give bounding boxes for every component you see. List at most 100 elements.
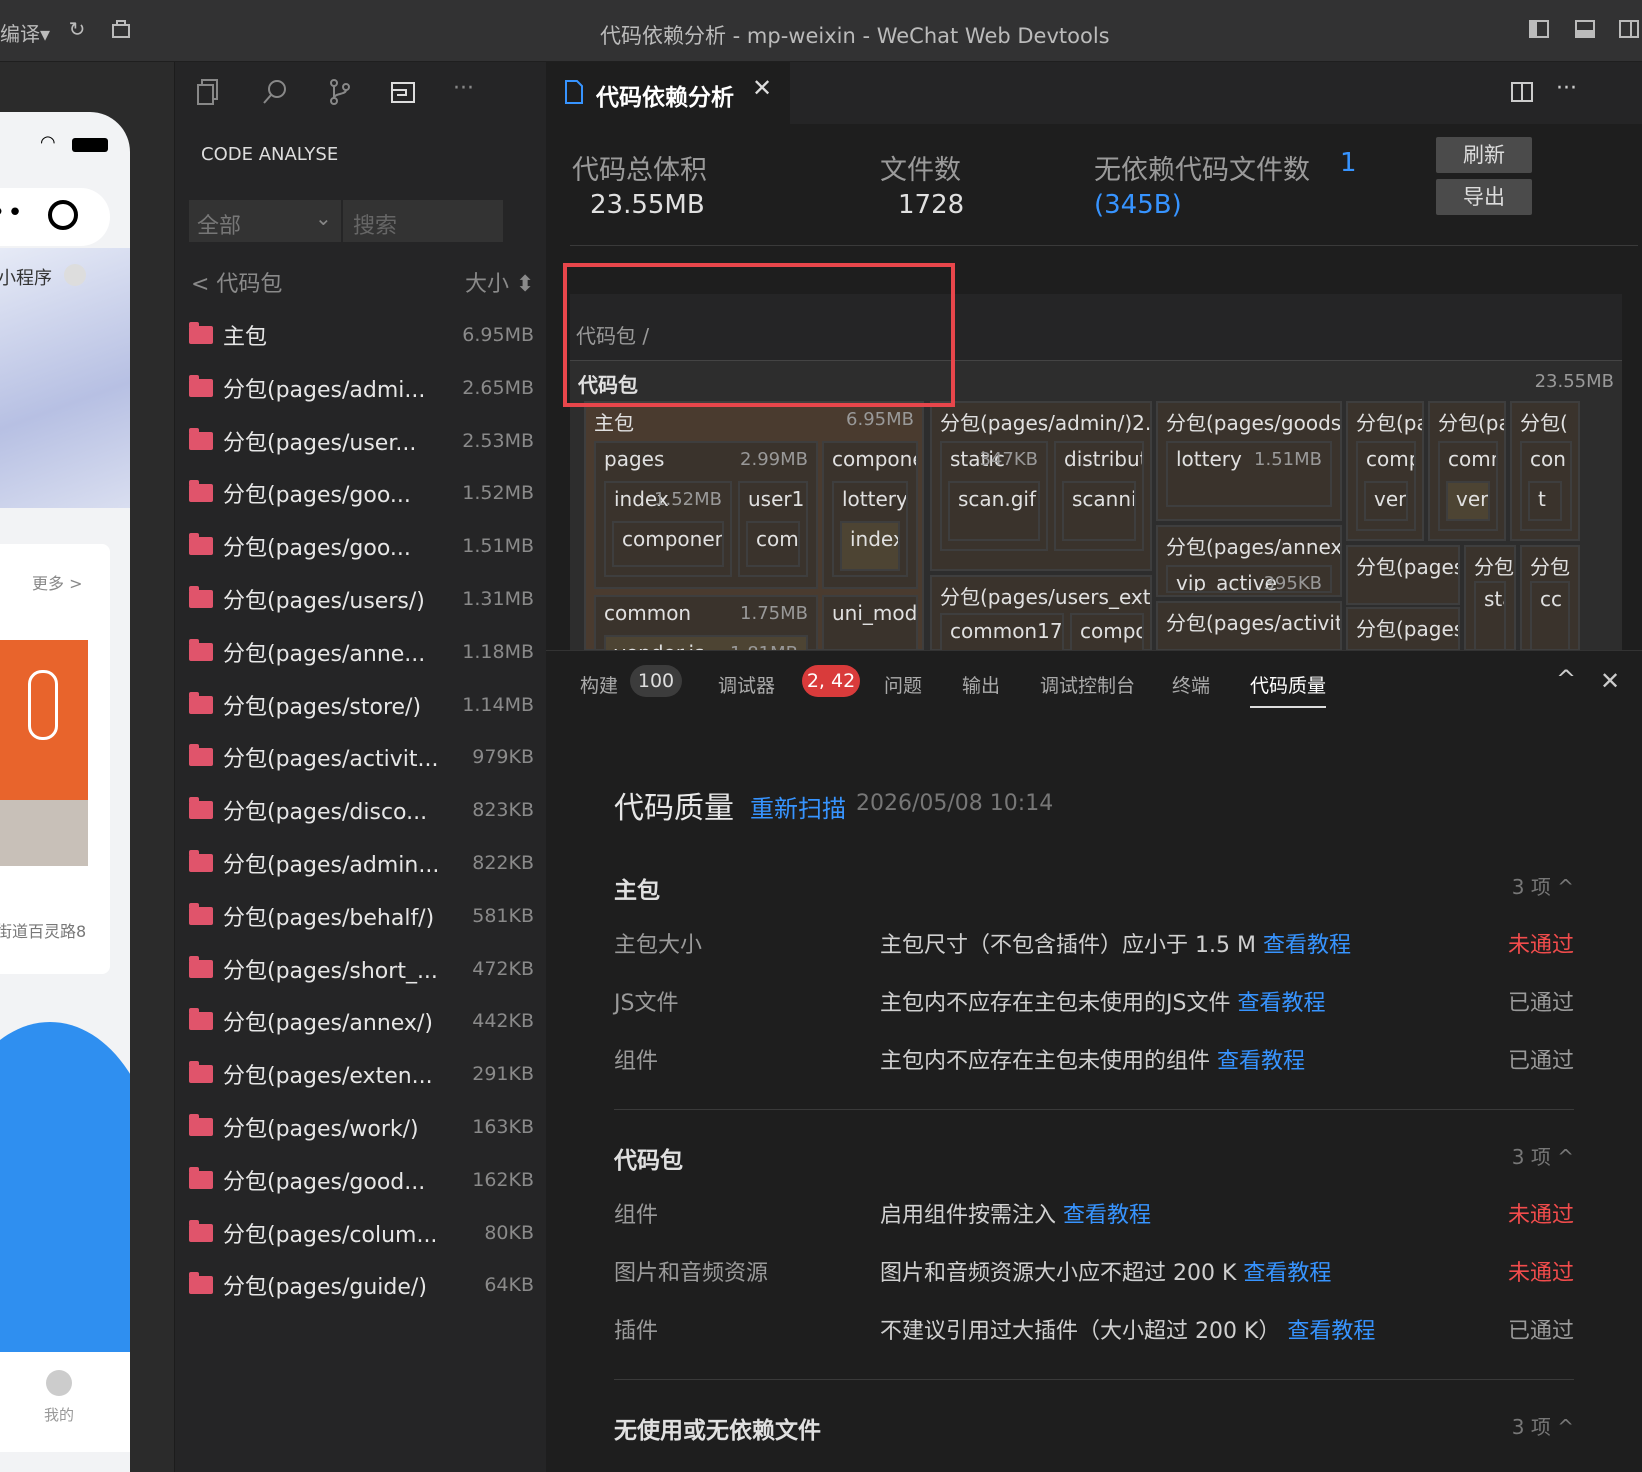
package-item[interactable]: 主包 6.95MB [189, 310, 534, 360]
section-count[interactable]: 3 项 ^ [1512, 1411, 1574, 1440]
package-item[interactable]: 分包(pages/disco... 823KB [189, 785, 534, 835]
tutorial-link[interactable]: 查看教程 [1063, 1203, 1151, 1228]
package-name: 分包(pages/colum... [223, 1222, 438, 1248]
package-item[interactable]: 分包(pages/good... 162KB [189, 1155, 534, 1205]
section-count[interactable]: 3 项 ^ [1512, 871, 1574, 900]
search-input[interactable]: 搜索 [343, 200, 503, 242]
code-analyse-icon[interactable] [389, 78, 417, 110]
package-item[interactable]: 分包(pages/colum... 80KB [189, 1208, 534, 1258]
toggle-sidebar-icon[interactable] [1618, 18, 1640, 40]
treemap-node-activity[interactable]: 分包(pages/activity/ [1156, 601, 1342, 650]
treemap-node-common173[interactable]: common173 [940, 613, 1064, 650]
panel-tab[interactable]: 构建 [580, 671, 618, 698]
panel-tab[interactable]: 代码质量 [1250, 671, 1327, 708]
tab-mine[interactable]: 我的 [44, 1404, 74, 1425]
maximize-panel-icon[interactable]: ^ [1556, 665, 1576, 693]
more-dots-icon[interactable]: •• [0, 198, 25, 228]
treemap-node-ver2[interactable]: ver [1446, 481, 1490, 521]
refresh-icon[interactable]: ↻ [66, 18, 88, 40]
treemap-node-label: 主包 [594, 411, 634, 435]
treemap-node-cc[interactable]: cc [1530, 581, 1570, 650]
phone-screen[interactable]: ◠ •• 小程序 更多 > 街道百灵路8 我的 [0, 112, 130, 1472]
treemap-node-vip[interactable]: vip_active 395KB [1166, 565, 1332, 593]
package-item[interactable]: 分包(pages/store/) 1.14MB [189, 680, 534, 730]
package-item[interactable]: 分包(pages/short_... 472KB [189, 944, 534, 994]
no-dependency-count[interactable]: 1 [1340, 148, 1357, 178]
treemap-node-compo[interactable]: compo [1070, 613, 1144, 650]
treemap-node-scangif[interactable]: scan.gif1 [948, 481, 1040, 541]
package-item[interactable]: 分包(pages/goo... 1.52MB [189, 468, 534, 518]
refresh-button[interactable]: 刷新 [1436, 137, 1532, 173]
panel-tab[interactable]: 调试器 [718, 671, 775, 698]
treemap-node-lottery2[interactable]: lottery 1.51MB [1166, 441, 1332, 507]
tutorial-link[interactable]: 查看教程 [1243, 1261, 1331, 1286]
tutorial-link[interactable]: 查看教程 [1237, 991, 1325, 1016]
package-item[interactable]: 分包(pages/goo... 1.51MB [189, 521, 534, 571]
compile-dropdown[interactable]: 编译▾ [0, 18, 50, 47]
panel-tab[interactable]: 问题 [884, 671, 922, 698]
export-button[interactable]: 导出 [1436, 179, 1532, 215]
tab-code-dependency[interactable]: 代码依赖分析 ✕ [546, 62, 790, 124]
close-badge-icon[interactable] [64, 264, 86, 286]
panel-tab[interactable]: 终端 [1172, 671, 1210, 698]
treemap-node-index2[interactable]: index [840, 521, 900, 571]
treemap-node-label: scan.gif1 [958, 487, 1040, 511]
section-count[interactable]: 3 项 ^ [1512, 1141, 1574, 1170]
filter-select[interactable]: 全部 ⌄ [189, 200, 341, 242]
more-link[interactable]: 更多 > [32, 570, 83, 594]
package-item[interactable]: 分包(pages/users/) 1.31MB [189, 574, 534, 624]
quality-section-header[interactable]: 主包 3 项 ^ [614, 871, 1574, 911]
treemap-node-component[interactable]: componen [612, 521, 724, 567]
close-circle-icon[interactable] [48, 200, 78, 230]
treemap-node-uni[interactable]: uni_modu [822, 595, 918, 650]
user-icon[interactable] [46, 1370, 72, 1396]
debugger-badge: 2, 42 [802, 665, 860, 697]
package-size: 1.18MB [462, 640, 534, 663]
treemap-node-t[interactable]: t [1528, 481, 1562, 521]
files-icon[interactable] [195, 78, 221, 110]
editor-more-icon[interactable]: ··· [1556, 76, 1577, 101]
treemap-node-scanning[interactable]: scanni [1062, 481, 1136, 541]
treemap-node-sta[interactable]: sta [1474, 581, 1506, 650]
close-tab-icon[interactable]: ✕ [752, 74, 772, 102]
package-item[interactable]: 分包(pages/activit... 979KB [189, 732, 534, 782]
no-dependency-size[interactable]: (345B) [1094, 190, 1182, 220]
treemap-node-pages2[interactable]: 分包(pages/ [1346, 545, 1460, 605]
package-item[interactable]: 分包(pages/user... 2.53MB [189, 416, 534, 466]
treemap-node-vendor[interactable]: vendor.js 1.81MB [604, 635, 808, 650]
split-editor-icon[interactable] [1510, 80, 1534, 108]
sort-by-size[interactable]: 大小 ⬍ [465, 266, 534, 298]
package-item[interactable]: 分包(pages/admi... 2.65MB [189, 363, 534, 413]
more-icon[interactable]: ··· [453, 76, 474, 101]
title-bar: 编译▾ ↻ 代码依赖分析 - mp-weixin - WeChat Web De… [0, 0, 1642, 62]
package-item[interactable]: 分包(pages/annex/) 442KB [189, 996, 534, 1046]
breadcrumb-back[interactable]: < 代码包 [191, 266, 282, 298]
toggle-panel-icon[interactable] [1574, 18, 1596, 40]
package-item[interactable]: 分包(pages/admin... 822KB [189, 838, 534, 888]
tutorial-link[interactable]: 查看教程 [1287, 1319, 1375, 1344]
treemap-node-label: pages [604, 447, 665, 471]
close-panel-icon[interactable]: ✕ [1600, 667, 1620, 695]
treemap-node-comp[interactable]: comp [746, 521, 800, 567]
package-item[interactable]: 分包(pages/guide/) 64KB [189, 1260, 534, 1310]
quality-section-header[interactable]: 无使用或无依赖文件 3 项 ^ [614, 1411, 1574, 1451]
capsule-menu[interactable]: •• [0, 188, 110, 246]
clear-cache-icon[interactable] [110, 18, 132, 40]
package-item[interactable]: 分包(pages/exten... 291KB [189, 1049, 534, 1099]
rescan-link[interactable]: 重新扫描 [750, 789, 846, 824]
tutorial-link[interactable]: 查看教程 [1217, 1049, 1305, 1074]
tutorial-link[interactable]: 查看教程 [1263, 933, 1351, 958]
quality-section-header[interactable]: 代码包 3 项 ^ [614, 1141, 1574, 1181]
treemap-node-pages3[interactable]: 分包(pages/ [1346, 607, 1460, 650]
panel-tab[interactable]: 输出 [962, 671, 1000, 698]
package-size: 64KB [484, 1274, 534, 1297]
package-name: 分包(pages/admin... [223, 853, 440, 878]
panel-tab[interactable]: 调试控制台 [1040, 671, 1135, 698]
package-item[interactable]: 分包(pages/behalf/) 581KB [189, 891, 534, 941]
toggle-simulator-icon[interactable] [1528, 18, 1550, 40]
treemap-node-ver1[interactable]: ver [1364, 481, 1408, 521]
package-item[interactable]: 分包(pages/anne... 1.18MB [189, 627, 534, 677]
search-icon[interactable] [261, 78, 289, 110]
package-item[interactable]: 分包(pages/work/) 163KB [189, 1102, 534, 1152]
source-control-icon[interactable] [327, 78, 353, 110]
